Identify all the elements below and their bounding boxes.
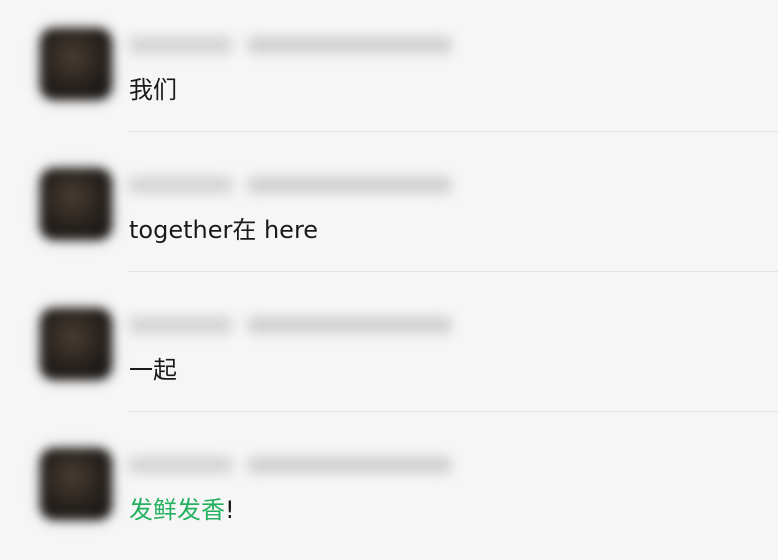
- blurred-detail: [247, 176, 452, 194]
- divider: [128, 411, 778, 412]
- comment-meta-blurred: [128, 312, 452, 338]
- divider: [128, 271, 778, 272]
- comment-meta-blurred: [128, 32, 452, 58]
- avatar[interactable]: [40, 28, 112, 100]
- comment-meta-blurred: [128, 172, 452, 198]
- avatar[interactable]: [40, 168, 112, 240]
- comment-text: 我们: [129, 76, 177, 104]
- comment-item: together在 here: [0, 140, 778, 280]
- comment-highlight: 发鲜发香: [129, 496, 225, 524]
- comment-list: 我们 together在 here 一起 发鲜发香!: [0, 0, 778, 554]
- blurred-username: [128, 36, 233, 54]
- comment-text: 一起: [129, 356, 177, 384]
- divider: [128, 131, 778, 132]
- blurred-username: [128, 176, 233, 194]
- comment-text: together在 here: [129, 216, 319, 244]
- blurred-username: [128, 316, 233, 334]
- blurred-detail: [247, 316, 452, 334]
- comment-item: 我们: [0, 0, 778, 140]
- comment-item: 发鲜发香!: [0, 420, 778, 560]
- avatar[interactable]: [40, 308, 112, 380]
- comment-meta-blurred: [128, 452, 452, 478]
- comment-suffix: !: [225, 496, 235, 524]
- blurred-username: [128, 456, 233, 474]
- blurred-detail: [247, 456, 452, 474]
- comment-item: 一起: [0, 280, 778, 420]
- blurred-detail: [247, 36, 452, 54]
- avatar[interactable]: [40, 448, 112, 520]
- comment-text: 发鲜发香!: [129, 494, 235, 526]
